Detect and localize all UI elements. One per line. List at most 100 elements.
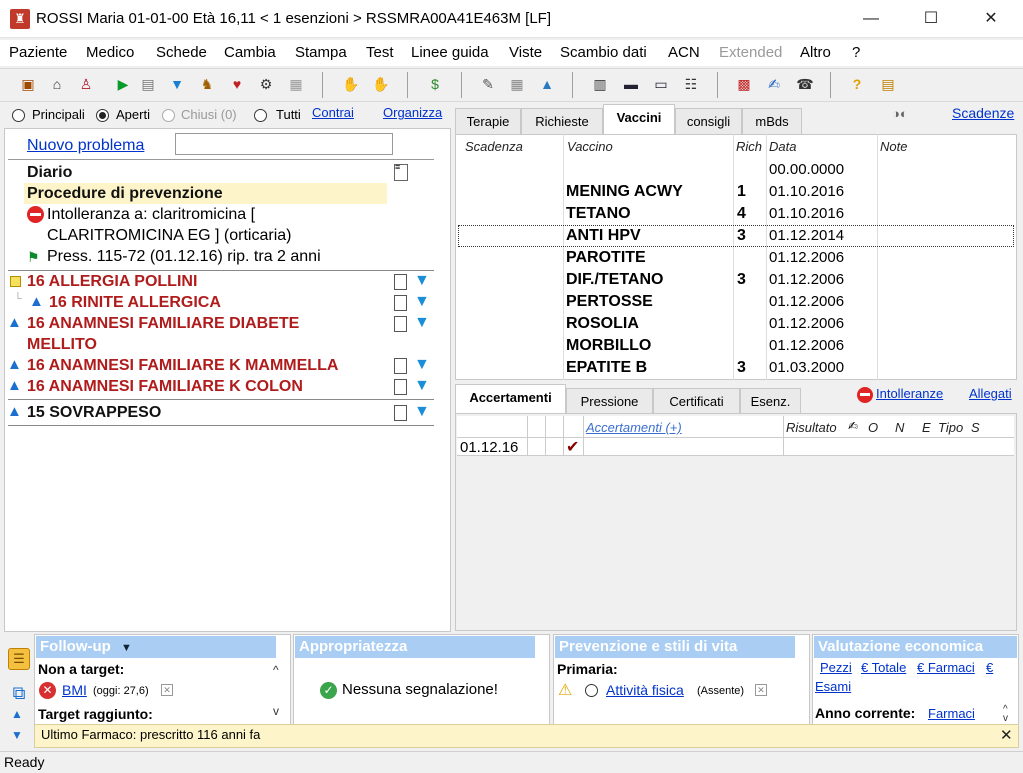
radio-aperti[interactable]	[96, 109, 109, 122]
network-icon[interactable]: ⚙	[255, 73, 277, 95]
euro-link[interactable]: €	[986, 660, 993, 675]
bank-icon[interactable]: ⌂	[46, 73, 68, 95]
followup-header[interactable]: Follow-up ▼	[36, 636, 276, 658]
document-icon[interactable]	[394, 274, 407, 290]
accertamenti-add-link[interactable]: Accertamenti (+)	[586, 420, 682, 435]
valutazione-header[interactable]: Valutazione economica	[814, 636, 1017, 658]
farmaci-link[interactable]: Farmaci	[928, 706, 975, 721]
procedure-prevenzione[interactable]: Procedure di prevenzione	[27, 185, 223, 203]
menu-acn[interactable]: ACN	[668, 44, 700, 61]
chat-icon[interactable]: ☰	[8, 648, 30, 670]
vaccino-name[interactable]: ANTI HPV	[566, 227, 641, 245]
vaccino-data[interactable]: 01.12.2014	[769, 227, 844, 244]
header-s[interactable]: S	[971, 420, 980, 435]
dismiss-icon[interactable]: ✕	[161, 684, 173, 696]
vaccino-name[interactable]: EPATITE B	[566, 359, 647, 377]
menu-linee-guida[interactable]: Linee guida	[411, 44, 489, 61]
menu-stampa[interactable]: Stampa	[295, 44, 347, 61]
attivita-fisica-link[interactable]: Attività fisica	[606, 682, 684, 698]
header-note[interactable]: Note	[880, 139, 907, 154]
scroll-down-icon[interactable]: v	[273, 704, 279, 718]
radio-tutti[interactable]	[254, 109, 267, 122]
intolleranza-text[interactable]: Intolleranza a: claritromicina [	[47, 206, 255, 224]
header-o[interactable]: O	[868, 420, 878, 435]
heart-icon[interactable]: ♥	[226, 73, 248, 95]
header-tipo[interactable]: Tipo	[938, 420, 963, 435]
spin-icon[interactable]: ^ v	[1003, 705, 1008, 724]
contrai-link[interactable]: Contrai	[312, 105, 354, 120]
notes-icon[interactable]: ▤	[877, 73, 899, 95]
tab-vaccini[interactable]: Vaccini	[603, 104, 675, 134]
vaccino-data[interactable]: 01.12.2006	[769, 337, 844, 354]
tab-accertamenti[interactable]: Accertamenti	[455, 384, 566, 414]
vaccino-name[interactable]: MORBILLO	[566, 337, 651, 355]
arrow-down-icon[interactable]: ▼	[11, 728, 23, 742]
problem-anamnesi-diabete-cont[interactable]: MELLITO	[27, 336, 97, 354]
vaccino-data[interactable]: 01.10.2016	[769, 205, 844, 222]
diario-label[interactable]: Diario	[27, 164, 72, 182]
header-vaccino[interactable]: Vaccino	[567, 139, 613, 154]
print-preview-icon[interactable]: ▭	[650, 73, 672, 95]
close-button[interactable]: ✕	[965, 0, 1017, 38]
totale-link[interactable]: € Totale	[861, 660, 906, 675]
menu-medico[interactable]: Medico	[86, 44, 134, 61]
vaccino-data[interactable]: 01.03.2000	[769, 359, 844, 376]
tab-certificati[interactable]: Certificati	[653, 388, 740, 414]
bmi-link[interactable]: BMI	[62, 682, 87, 698]
windows-icon[interactable]: ⧉	[8, 683, 30, 705]
problem-anamnesi-mammella[interactable]: 16 ANAMNESI FAMILIARE K MAMMELLA	[27, 357, 338, 375]
stop-hand-icon[interactable]: ✋	[340, 73, 362, 95]
menu-test[interactable]: Test	[366, 44, 394, 61]
funnel-icon[interactable]: ▼	[414, 272, 430, 290]
menu-schede[interactable]: Schede	[156, 44, 207, 61]
vaccino-data[interactable]: 00.00.0000	[769, 161, 844, 178]
scadenze-link[interactable]: Scadenze	[952, 105, 1014, 121]
menu-altro[interactable]: Altro	[800, 44, 831, 61]
tab-terapie[interactable]: Terapie	[455, 108, 521, 134]
problem-anamnesi-diabete[interactable]: 16 ANAMNESI FAMILIARE DIABETE	[27, 315, 299, 333]
document-icon[interactable]	[394, 295, 407, 311]
funnel-icon[interactable]: ▼	[414, 403, 430, 421]
dismiss-icon[interactable]: ✕	[755, 684, 767, 696]
vaccino-rich[interactable]: 3	[737, 271, 746, 289]
minimize-button[interactable]: —	[845, 0, 897, 38]
tab-pressione[interactable]: Pressione	[566, 388, 653, 414]
vaccino-data[interactable]: 01.12.2006	[769, 315, 844, 332]
scroll-up-icon[interactable]: ^	[273, 663, 279, 677]
header-e[interactable]: E	[922, 420, 931, 435]
document-icon[interactable]: ≡	[394, 163, 408, 181]
document-icon[interactable]	[394, 405, 407, 421]
vaccino-rich[interactable]: 4	[737, 205, 746, 223]
menu-scambio-dati[interactable]: Scambio dati	[560, 44, 647, 61]
calendar-icon[interactable]: ▦	[285, 73, 307, 95]
header-data[interactable]: Data	[769, 139, 796, 154]
maximize-button[interactable]: ☐	[905, 0, 957, 38]
filter-icon[interactable]: ▼	[166, 73, 188, 95]
nuovo-problema-link[interactable]: Nuovo problema	[27, 137, 144, 155]
vaccino-data[interactable]: 01.12.2006	[769, 271, 844, 288]
vaccino-name[interactable]: PERTOSSE	[566, 293, 653, 311]
problem-rinite-allergica[interactable]: 16 RINITE ALLERGICA	[49, 294, 221, 312]
vaccino-name[interactable]: PAROTITE	[566, 249, 646, 267]
vaccino-rich[interactable]: 3	[737, 227, 746, 245]
radio-principali[interactable]	[12, 109, 25, 122]
funnel-icon[interactable]: ▼	[414, 377, 430, 395]
close-icon[interactable]: ✕	[1000, 726, 1013, 744]
clipboard-icon[interactable]: ▥	[589, 73, 611, 95]
money-bag-icon[interactable]: $	[424, 73, 446, 95]
vaccino-data[interactable]: 01.12.2006	[769, 293, 844, 310]
vaccino-name[interactable]: TETANO	[566, 205, 631, 223]
header-scadenza[interactable]: Scadenza	[465, 139, 523, 154]
tab-esenz[interactable]: Esenz.	[740, 388, 801, 414]
problem-anamnesi-colon[interactable]: 16 ANAMNESI FAMILIARE K COLON	[27, 378, 303, 396]
document-icon[interactable]	[394, 379, 407, 395]
vaccino-data[interactable]: 01.12.2006	[769, 249, 844, 266]
info-icon[interactable]: ◑◐	[892, 106, 908, 121]
vaccino-name[interactable]: ROSOLIA	[566, 315, 639, 333]
tab-consigli[interactable]: consigli	[675, 108, 742, 134]
document-icon[interactable]	[394, 358, 407, 374]
problem-sovrappeso[interactable]: 15 SOVRAPPESO	[27, 404, 161, 422]
help-icon[interactable]: ?	[846, 73, 868, 95]
vaccino-name[interactable]: DIF./TETANO	[566, 271, 663, 289]
dropdown-icon[interactable]: ▼	[121, 642, 132, 654]
